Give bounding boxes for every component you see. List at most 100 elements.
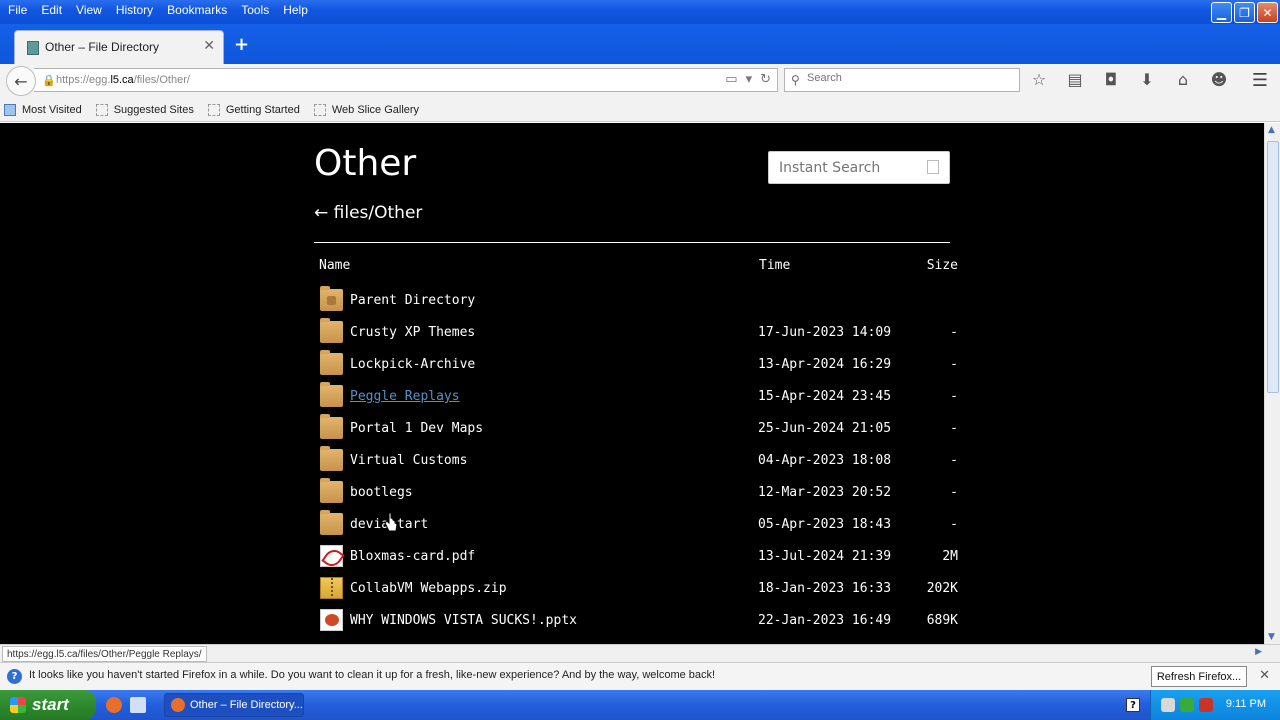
show-desktop-icon[interactable]: [130, 697, 146, 713]
column-time-header[interactable]: Time: [759, 258, 790, 273]
refresh-firefox-button[interactable]: Refresh Firefox...: [1151, 666, 1247, 687]
lock-icon: 🔒: [42, 74, 56, 87]
vertical-scrollbar[interactable]: ▲ ▼: [1264, 123, 1280, 644]
file-size: -: [950, 389, 958, 404]
file-name-link[interactable]: Crusty XP Themes: [350, 325, 475, 340]
file-name-link[interactable]: Virtual Customs: [350, 453, 467, 468]
file-name-link[interactable]: Peggle Replays: [350, 389, 460, 404]
menu-bookmarks[interactable]: Bookmarks: [161, 3, 235, 17]
folder-icon: [320, 510, 343, 535]
search-icon: ⚲: [791, 73, 800, 87]
scroll-right-icon[interactable]: ▶: [1255, 647, 1262, 657]
taskbar-item-firefox[interactable]: Other – File Directory...: [164, 693, 304, 717]
table-row[interactable]: bootlegs 12-Mar-2023 20:52 -: [314, 477, 974, 509]
bookmark-icon: [313, 103, 326, 116]
bookmark-star-icon[interactable]: ☆: [1030, 70, 1048, 89]
table-row[interactable]: Parent Directory: [314, 285, 974, 317]
menu-history[interactable]: History: [110, 3, 161, 17]
file-name-link[interactable]: Parent Directory: [350, 293, 475, 308]
tab-close-icon[interactable]: ✕: [203, 38, 215, 54]
bookmarks-menu-icon[interactable]: ▤: [1066, 70, 1084, 89]
bookmark-icon: [95, 103, 108, 116]
file-name-link[interactable]: bootlegs: [350, 485, 413, 500]
tray-shield-icon[interactable]: [1199, 698, 1213, 712]
menu-edit[interactable]: Edit: [35, 3, 70, 17]
scrollbar-thumb[interactable]: [1267, 141, 1279, 393]
file-name-link[interactable]: Portal 1 Dev Maps: [350, 421, 483, 436]
table-row[interactable]: WHY WINDOWS VISTA SUCKS!.pptx 22-Jan-2023…: [314, 605, 974, 637]
file-size: -: [950, 357, 958, 372]
reload-icon[interactable]: ↻: [760, 72, 771, 87]
tab-strip: Other – File Directory ✕ +: [0, 24, 1280, 64]
table-row[interactable]: Lockpick-Archive 13-Apr-2024 16:29 -: [314, 349, 974, 381]
file-time: 05-Apr-2023 18:43: [758, 517, 892, 532]
file-size: 689K: [926, 613, 958, 628]
bookmarks-toolbar: Most Visited Suggested Sites Getting Sta…: [0, 98, 1280, 122]
firefox-icon: [171, 698, 185, 712]
file-name-link[interactable]: WHY WINDOWS VISTA SUCKS!.pptx: [350, 613, 577, 628]
home-icon[interactable]: ⌂: [1174, 70, 1192, 89]
tray-network-icon[interactable]: [1161, 698, 1175, 712]
bookmark-suggested-sites[interactable]: Suggested Sites: [95, 103, 194, 116]
folder-icon: [320, 382, 343, 407]
instant-search-box[interactable]: [768, 151, 950, 184]
menu-tools[interactable]: Tools: [235, 3, 277, 17]
column-size-header[interactable]: Size: [927, 258, 958, 273]
notification-close-icon[interactable]: ✕: [1259, 668, 1270, 683]
bookmark-most-visited[interactable]: Most Visited: [4, 103, 82, 116]
table-row[interactable]: Crusty XP Themes 17-Jun-2023 14:09 -: [314, 317, 974, 349]
parent-folder-icon: [320, 286, 343, 311]
zip-icon: [320, 577, 343, 599]
file-name-link[interactable]: Bloxmas-card.pdf: [350, 549, 475, 564]
scroll-down-icon[interactable]: ▼: [1268, 632, 1275, 642]
table-row[interactable]: Portal 1 Dev Maps 25-Jun-2024 21:05 -: [314, 413, 974, 445]
notification-message: It looks like you haven't started Firefo…: [29, 669, 716, 681]
url-bar[interactable]: 🔒 https://egg.l5.ca/files/Other/ ▭ ▾ ↻: [34, 68, 778, 92]
pocket-icon[interactable]: ◘: [1102, 70, 1120, 89]
menu-hamburger-icon[interactable]: ☰: [1252, 70, 1268, 91]
search-input[interactable]: [807, 72, 1007, 84]
start-button[interactable]: start: [0, 690, 96, 720]
bookmark-getting-started[interactable]: Getting Started: [207, 103, 300, 116]
chat-icon[interactable]: ☻: [1210, 70, 1228, 89]
tray-security-icon[interactable]: [1180, 698, 1194, 712]
page-content: Other ← files/Other Name Time Size Paren…: [0, 123, 1264, 644]
notification-bar: ? It looks like you haven't started Fire…: [0, 662, 1280, 690]
table-row[interactable]: Peggle Replays 15-Apr-2024 23:45 -: [314, 381, 974, 413]
tab-active[interactable]: Other – File Directory ✕: [14, 30, 224, 64]
file-time: 22-Jan-2023 16:49: [758, 613, 892, 628]
new-tab-icon[interactable]: +: [234, 34, 249, 55]
firefox-icon[interactable]: [106, 697, 122, 713]
restore-button[interactable]: ❐: [1234, 2, 1255, 23]
minimize-button[interactable]: ▁: [1211, 2, 1232, 23]
download-icon[interactable]: ⬇: [1138, 70, 1156, 89]
url-text: https://egg.l5.ca/files/Other/: [56, 74, 190, 86]
folder-icon: [320, 414, 343, 439]
table-row[interactable]: Bloxmas-card.pdf 13-Jul-2024 21:39 2M: [314, 541, 974, 573]
menu-view[interactable]: View: [70, 3, 110, 17]
quick-launch: [106, 697, 146, 713]
menu-help[interactable]: Help: [277, 3, 316, 17]
menu-file[interactable]: File: [2, 3, 35, 17]
file-size: -: [950, 485, 958, 500]
back-button[interactable]: ←: [6, 66, 36, 96]
table-row[interactable]: Virtual Customs 04-Apr-2023 18:08 -: [314, 445, 974, 477]
table-row[interactable]: deviantart05-Apr-2023 18:43-: [314, 509, 974, 541]
folder-icon: [320, 350, 343, 375]
scroll-up-icon[interactable]: ▲: [1268, 125, 1275, 135]
file-name-link[interactable]: Lockpick-Archive: [350, 357, 475, 372]
instant-search-input[interactable]: [779, 160, 919, 176]
search-bar[interactable]: ⚲: [784, 68, 1020, 92]
mouse-pointer-icon: [384, 512, 398, 532]
reader-view-icon[interactable]: ▭: [725, 72, 737, 87]
listing-header: Name Time Size: [314, 257, 974, 285]
column-name-header[interactable]: Name: [319, 258, 350, 273]
close-window-button[interactable]: ✕: [1257, 2, 1278, 23]
dropdown-arrow-icon[interactable]: ▾: [746, 72, 753, 87]
help-icon[interactable]: ?: [1126, 698, 1140, 712]
file-name-link[interactable]: CollabVM Webapps.zip: [350, 581, 507, 596]
breadcrumb[interactable]: ← files/Other: [314, 203, 422, 223]
bookmark-web-slice-gallery[interactable]: Web Slice Gallery: [313, 103, 419, 116]
table-row[interactable]: CollabVM Webapps.zip 18-Jan-2023 16:33 202…: [314, 573, 974, 605]
clear-search-icon[interactable]: [927, 160, 939, 174]
